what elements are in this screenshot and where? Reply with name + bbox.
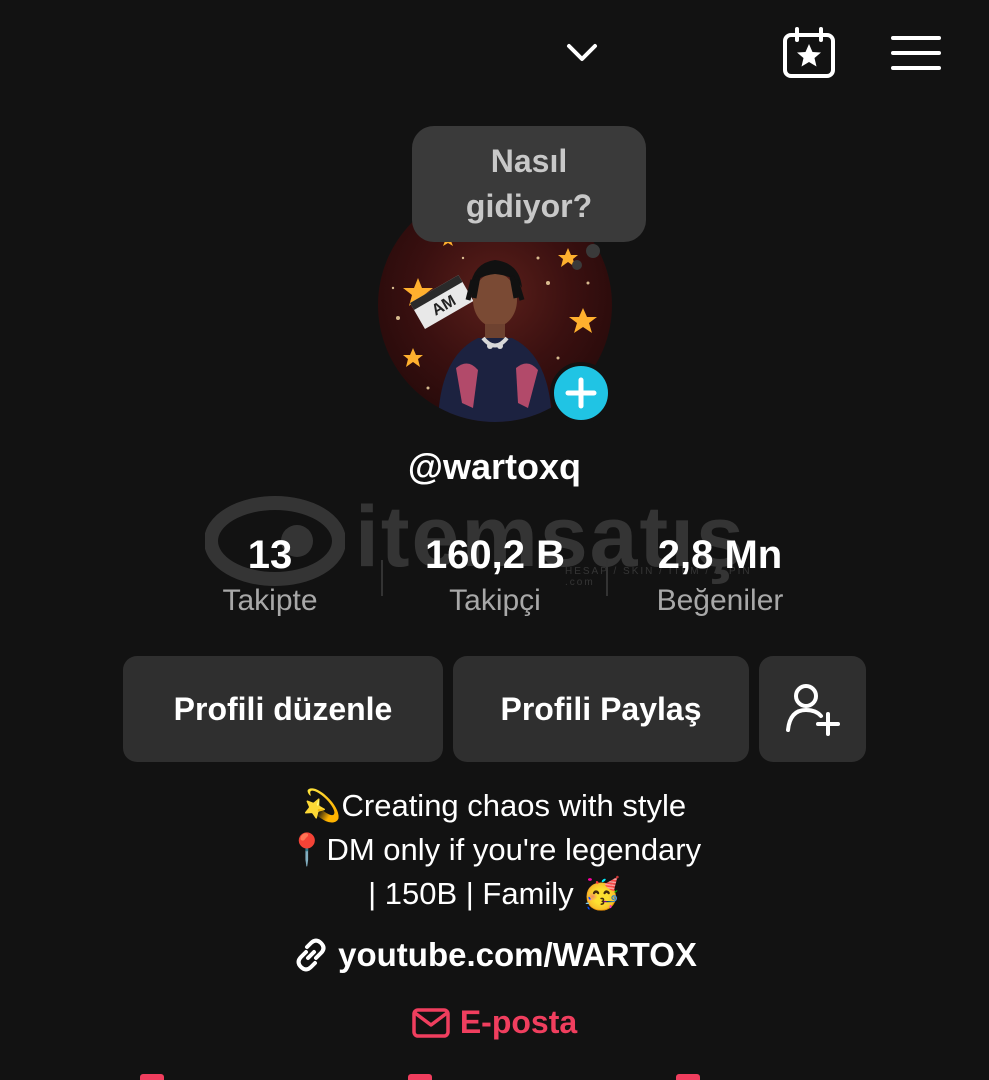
email-button[interactable]: E-posta <box>0 1004 989 1041</box>
menu-button[interactable] <box>890 32 942 76</box>
username: @wartoxq <box>407 446 582 487</box>
dizzy-icon: 💫 <box>302 788 342 824</box>
stat-likes-label: Beğeniler <box>656 584 784 617</box>
hamburger-menu-icon <box>891 36 941 70</box>
stat-likes[interactable]: 2,8 Mn Beğeniler <box>630 530 810 618</box>
stat-divider <box>381 560 383 596</box>
link-icon <box>296 938 326 972</box>
party-face-icon: 🥳 <box>582 876 621 912</box>
bio-line: | 150B | Family 🥳 <box>0 872 989 916</box>
add-story-button[interactable] <box>550 362 612 424</box>
profile-link[interactable]: youtube.com/WARTOX <box>0 936 989 974</box>
bio-line: 💫Creating chaos with style <box>0 784 989 828</box>
bio-line: 📍DM only if you're legendary <box>0 828 989 872</box>
bubble-tail-dot <box>586 244 600 258</box>
stat-following-label: Takipte <box>222 584 318 617</box>
chevron-down-icon <box>567 44 597 61</box>
bio: 💫Creating chaos with style 📍DM only if y… <box>0 784 989 916</box>
pin-icon: 📍 <box>287 832 327 868</box>
edit-profile-button[interactable]: Profili düzenle <box>123 656 443 762</box>
stat-followers[interactable]: 160,2 B Takipçi <box>405 530 585 618</box>
stat-following[interactable]: 13 Takipte <box>190 530 350 618</box>
cut-off-mark <box>140 1074 164 1080</box>
profile-page: itemsatış HESAP / SKIN / ITEM / E-PIN .c… <box>0 0 989 1080</box>
status-bubble-text: Nasıl gidiyor? <box>465 143 593 224</box>
cut-off-mark <box>408 1074 432 1080</box>
calendar-button[interactable] <box>780 26 838 80</box>
bio-line-3-text: | 150B | Family <box>368 876 574 911</box>
share-profile-button[interactable]: Profili Paylaş <box>453 656 749 762</box>
stat-following-value: 13 <box>247 533 293 577</box>
stat-followers-value: 160,2 B <box>424 533 566 577</box>
stat-divider <box>606 560 608 596</box>
email-label: E-posta <box>459 1004 578 1040</box>
stat-followers-label: Takipçi <box>449 584 541 617</box>
calendar-star-icon <box>783 27 835 78</box>
bubble-tail-dot <box>572 260 582 270</box>
bio-line-1-text: Creating chaos with style <box>341 788 687 823</box>
bio-line-2-text: DM only if you're legendary <box>326 832 702 867</box>
account-switch-chevron[interactable] <box>562 36 602 70</box>
profile-link-text: youtube.com/WARTOX <box>338 936 697 973</box>
mail-icon <box>412 1007 450 1038</box>
cut-off-mark <box>676 1074 700 1080</box>
plus-icon <box>565 377 597 409</box>
add-friend-button[interactable] <box>759 656 866 762</box>
add-user-icon <box>785 684 840 736</box>
stat-likes-value: 2,8 Mn <box>657 533 783 577</box>
status-bubble[interactable]: Nasıl gidiyor? <box>412 126 646 242</box>
cut-off-row <box>140 1074 700 1080</box>
